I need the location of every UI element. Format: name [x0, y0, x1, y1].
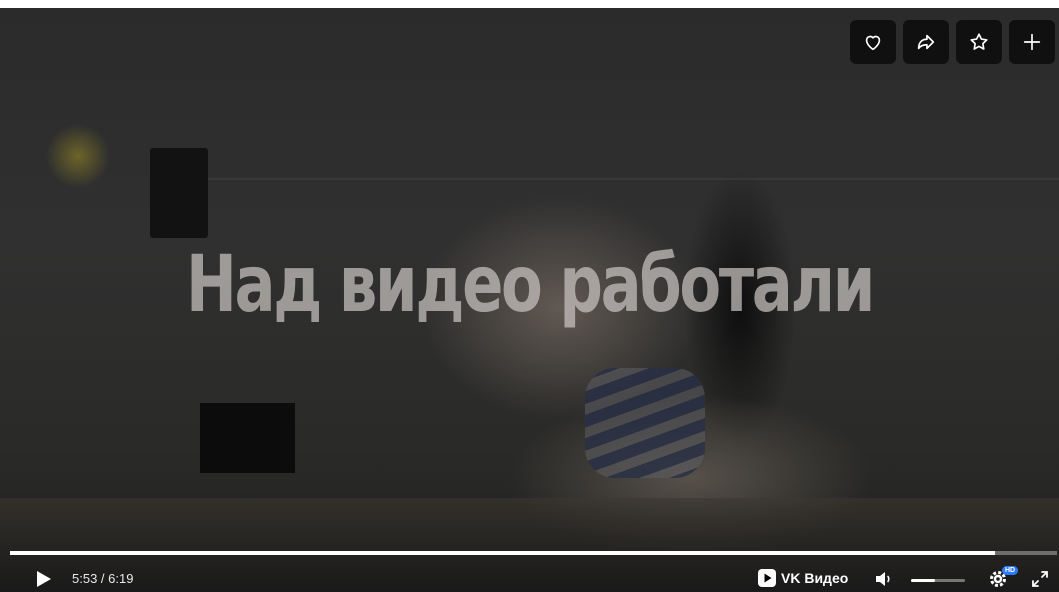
add-button[interactable]	[1009, 20, 1055, 64]
scene-monitor	[200, 403, 295, 473]
like-button[interactable]	[850, 20, 896, 64]
brand-label: VK Видео	[781, 570, 849, 586]
video-overlay-title: Над видео работали	[185, 240, 875, 330]
video-player[interactable]: Над видео работали 5:53 / 6:19 VK Видео …	[0, 8, 1059, 592]
fullscreen-icon[interactable]	[1030, 569, 1050, 589]
plus-icon	[1023, 33, 1041, 51]
play-icon[interactable]	[36, 570, 52, 588]
scene-sweater	[585, 368, 705, 478]
scene-speaker	[150, 148, 208, 238]
star-icon	[970, 33, 988, 50]
hd-badge: HD	[1002, 566, 1019, 575]
volume-slider-fill	[911, 579, 936, 582]
vk-video-logo-icon	[758, 569, 776, 587]
player-controls: 5:53 / 6:19 VK Видео HD	[0, 566, 1059, 592]
video-actions	[850, 20, 1055, 64]
time-display: 5:53 / 6:19	[72, 571, 134, 586]
volume-icon[interactable]	[874, 569, 894, 589]
scene-wall-line	[200, 178, 1059, 180]
heart-icon	[865, 35, 881, 51]
favorite-button[interactable]	[956, 20, 1002, 64]
progress-bar-fill	[10, 551, 996, 555]
progress-bar[interactable]	[10, 551, 1057, 555]
vk-video-brand[interactable]: VK Видео	[758, 569, 848, 587]
volume-slider[interactable]	[911, 579, 965, 582]
share-button[interactable]	[903, 20, 949, 64]
share-icon	[917, 34, 935, 50]
